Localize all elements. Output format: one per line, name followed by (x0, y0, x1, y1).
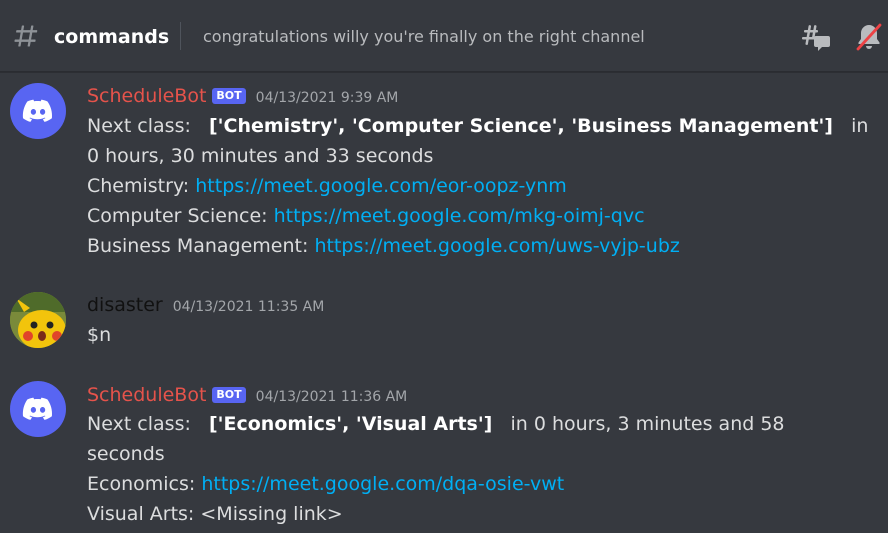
next-class-value: ['Chemistry', 'Computer Science', 'Busin… (209, 115, 833, 137)
avatar[interactable] (10, 292, 66, 348)
link-line: Chemistry: https://meet.google.com/eor-o… (87, 171, 847, 201)
threads-icon[interactable] (799, 21, 831, 53)
meet-link[interactable]: https://meet.google.com/mkg-oimj-qvc (274, 205, 645, 227)
bot-tag: BOT (212, 387, 246, 403)
channel-name: commands (54, 26, 170, 48)
header-divider (180, 22, 181, 50)
next-class-label: Next class: (87, 115, 191, 137)
in-text: in 0 hours, 3 minutes and 58 (510, 413, 785, 435)
timestamp[interactable]: 04/13/2021 11:36 AM (256, 389, 408, 405)
message-header: ScheduleBot BOT 04/13/2021 11:36 AM (87, 383, 407, 407)
discord-logo-icon (22, 99, 53, 122)
message-content: Next class: ['Economics', 'Visual Arts']… (87, 409, 847, 529)
meet-link[interactable]: https://meet.google.com/uws-vyjp-ubz (314, 235, 679, 257)
message-header: ScheduleBot BOT 04/13/2021 9:39 AM (87, 84, 398, 108)
link-line: Visual Arts: <Missing link> (87, 499, 847, 529)
username[interactable]: ScheduleBot (87, 383, 206, 407)
class-label: Economics: (87, 473, 202, 495)
next-class-value: ['Economics', 'Visual Arts'] (209, 413, 493, 435)
avatar[interactable] (10, 381, 66, 437)
class-label: Business Management: (87, 235, 315, 257)
missing-link-text: <Missing link> (200, 503, 343, 525)
link-line: Business Management: https://meet.google… (87, 231, 847, 261)
timestamp[interactable]: 04/13/2021 9:39 AM (256, 90, 399, 106)
class-label: Computer Science: (87, 205, 274, 227)
meet-link[interactable]: https://meet.google.com/dqa-osie-vwt (201, 473, 564, 495)
message-content: $n (87, 320, 847, 350)
notification-muted-icon[interactable] (853, 21, 885, 53)
message-header: disaster 04/13/2021 11:35 AM (87, 293, 324, 317)
message-content: Next class: ['Chemistry', 'Computer Scie… (87, 111, 868, 261)
username[interactable]: disaster (87, 293, 163, 317)
link-line: Economics: https://meet.google.com/dqa-o… (87, 469, 847, 499)
channel-hash-icon (14, 25, 38, 47)
next-class-label: Next class: (87, 413, 191, 435)
class-label: Chemistry: (87, 175, 196, 197)
discord-logo-icon (22, 397, 53, 420)
message-text: $n (87, 324, 112, 346)
timestamp[interactable]: 04/13/2021 11:35 AM (173, 299, 325, 315)
time-remaining: seconds (87, 443, 165, 465)
link-line: Computer Science: https://meet.google.co… (87, 201, 847, 231)
class-label: Visual Arts: (87, 503, 201, 525)
channel-topic[interactable]: congratulations willy you're finally on … (203, 25, 645, 49)
channel-header: commands congratulations willy you're fi… (0, 0, 888, 72)
avatar[interactable] (10, 83, 66, 139)
time-remaining: 0 hours, 30 minutes and 33 seconds (87, 145, 434, 167)
bot-tag: BOT (212, 88, 246, 104)
pikachu-avatar-icon (10, 292, 66, 348)
username[interactable]: ScheduleBot (87, 84, 206, 108)
meet-link[interactable]: https://meet.google.com/eor-oopz-ynm (195, 175, 567, 197)
in-text: in (851, 115, 869, 137)
